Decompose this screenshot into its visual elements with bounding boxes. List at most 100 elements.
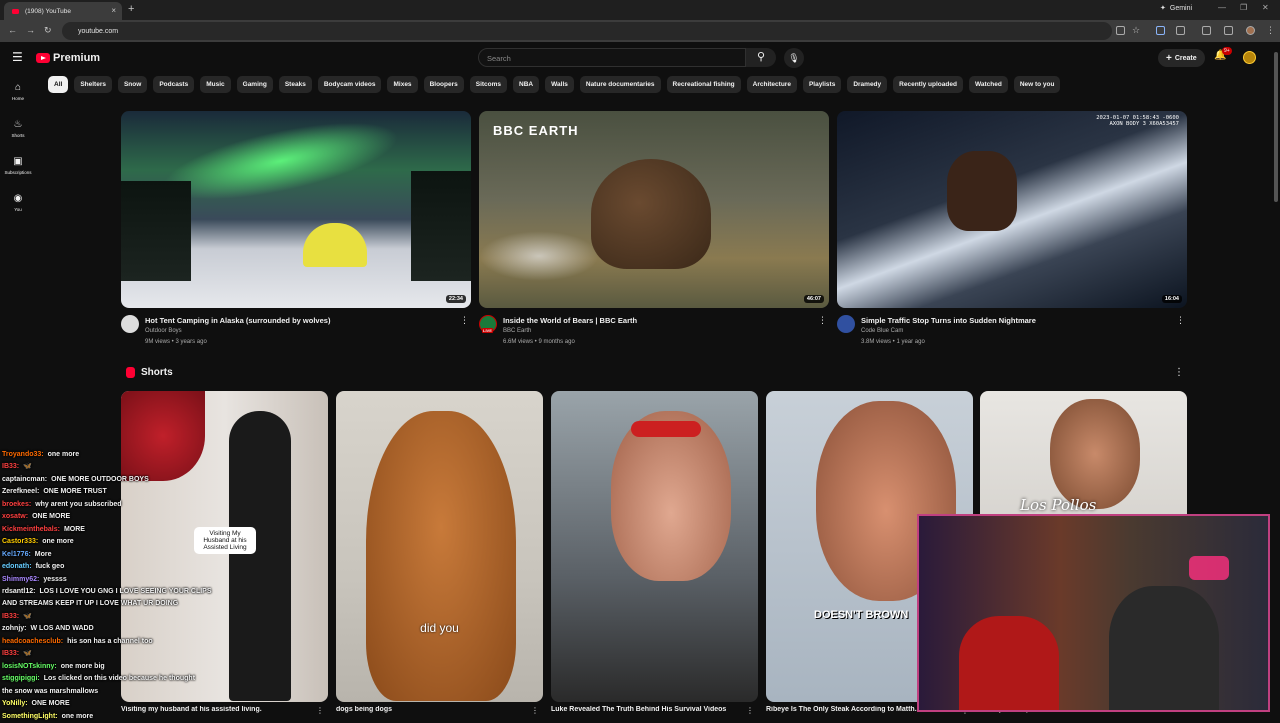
- man-shape: [1050, 399, 1140, 509]
- chip-dramedy[interactable]: Dramedy: [847, 76, 888, 93]
- more-actions-icon[interactable]: ⋮: [1176, 315, 1185, 326]
- short-more-icon[interactable]: ⋮: [316, 706, 324, 715]
- chat-user: SomethingLight:: [2, 712, 58, 720]
- more-actions-icon[interactable]: ⋮: [818, 315, 827, 326]
- chip-new-to-you[interactable]: New to you: [1013, 76, 1061, 93]
- short-title[interactable]: Luke Revealed The Truth Behind His Survi…: [551, 706, 741, 713]
- guide-item-you[interactable]: ◉ You: [0, 193, 36, 212]
- profile-avatar-icon[interactable]: [1246, 26, 1255, 35]
- chat-message: Shimmy62: yessss: [2, 574, 242, 586]
- chat-message: IB33: 🦋: [2, 611, 242, 623]
- window-close-icon[interactable]: ✕: [1262, 3, 1269, 12]
- search-input[interactable]: Search: [478, 48, 746, 67]
- chat-text: 🦋: [23, 463, 32, 471]
- chat-message: the snow was marshmallows: [2, 686, 242, 698]
- chat-user: IB33:: [2, 612, 20, 620]
- short-title[interactable]: dogs being dogs: [336, 706, 526, 713]
- chip-nba[interactable]: NBA: [513, 76, 540, 93]
- video-title[interactable]: Simple Traffic Stop Turns into Sudden Ni…: [861, 316, 1036, 325]
- chip-shelters[interactable]: Shelters: [74, 76, 112, 93]
- chip-playlists[interactable]: Playlists: [802, 76, 842, 93]
- scrollbar-thumb[interactable]: [1274, 52, 1278, 202]
- chip-architecture[interactable]: Architecture: [746, 76, 797, 93]
- channel-avatar[interactable]: [837, 315, 855, 333]
- chip-snow[interactable]: Snow: [117, 76, 148, 93]
- chat-message: rdsantl12: LOS I LOVE YOU GNG I LOVE SEEI…: [2, 586, 242, 598]
- channel-name[interactable]: Code Blue Cam: [861, 328, 903, 334]
- bookmark-star-icon[interactable]: ☆: [1132, 25, 1140, 36]
- more-actions-icon[interactable]: ⋮: [460, 315, 469, 326]
- downloads-icon[interactable]: [1224, 26, 1233, 35]
- chat-user: Kickmeinthebals:: [2, 525, 60, 533]
- channel-avatar[interactable]: [121, 315, 139, 333]
- video-meta: Hot Tent Camping in Alaska (surrounded b…: [121, 314, 471, 350]
- guide-label: Subscriptions: [4, 170, 32, 175]
- chip-mixes[interactable]: Mixes: [387, 76, 418, 93]
- short-more-icon[interactable]: ⋮: [531, 706, 539, 715]
- youtube-logo-icon: [36, 53, 50, 63]
- tab-title: (1908) YouTube: [25, 7, 72, 15]
- chat-user: losisNOTskinny:: [2, 662, 57, 670]
- chat-message: Castor333: one more: [2, 536, 242, 548]
- chip-bloopers[interactable]: Bloopers: [423, 76, 464, 93]
- chip-nature-documentaries[interactable]: Nature documentaries: [579, 76, 661, 93]
- shorts-more-icon[interactable]: ⋮: [1174, 367, 1184, 378]
- extension-icon[interactable]: [1156, 26, 1165, 35]
- youtube-premium-logo[interactable]: Premium: [36, 52, 100, 64]
- chat-text: one more big: [60, 662, 105, 670]
- guide-item-subscriptions[interactable]: ▣ Subscriptions: [0, 156, 36, 175]
- page-scrollbar[interactable]: [1272, 42, 1280, 720]
- chip-watched[interactable]: Watched: [968, 76, 1008, 93]
- search-button[interactable]: ⚲: [746, 48, 776, 67]
- video-thumbnail[interactable]: BBC EARTH 46:07: [479, 111, 829, 308]
- browser-tab[interactable]: (1908) YouTube ×: [4, 2, 122, 20]
- chip-sitcoms[interactable]: Sitcoms: [469, 76, 508, 93]
- chip-bodycam-videos[interactable]: Bodycam videos: [317, 76, 382, 93]
- chat-message: headcoachesclub: his son has a channel to…: [2, 636, 242, 648]
- chat-message: AND STREAMS KEEP IT UP I LOVE WHAT UR DO…: [2, 598, 242, 610]
- video-meta: LIVE Inside the World of Bears | BBC Ear…: [479, 314, 829, 350]
- chat-user: edonath:: [2, 563, 32, 571]
- chip-recently-uploaded[interactable]: Recently uploaded: [893, 76, 963, 93]
- install-app-icon[interactable]: [1116, 26, 1125, 35]
- side-panel-icon[interactable]: [1202, 26, 1211, 35]
- short-thumbnail[interactable]: [551, 391, 758, 702]
- tab-close-icon[interactable]: ×: [111, 6, 116, 15]
- new-tab-button[interactable]: +: [128, 3, 134, 15]
- chip-gaming[interactable]: Gaming: [236, 76, 273, 93]
- hamburger-menu-icon[interactable]: ☰: [12, 50, 23, 64]
- chip-all[interactable]: All: [48, 76, 69, 93]
- video-title[interactable]: Inside the World of Bears | BBC Earth: [503, 316, 637, 325]
- channel-name[interactable]: BBC Earth: [503, 328, 531, 334]
- chip-podcasts[interactable]: Podcasts: [153, 76, 195, 93]
- forward-arrow-icon[interactable]: →: [26, 25, 35, 35]
- video-title[interactable]: Hot Tent Camping in Alaska (surrounded b…: [145, 316, 330, 325]
- browser-menu-icon[interactable]: ⋮: [1266, 25, 1275, 36]
- chip-recreational-fishing[interactable]: Recreational fishing: [666, 76, 741, 93]
- chip-music[interactable]: Music: [200, 76, 231, 93]
- minimize-icon[interactable]: —: [1218, 3, 1226, 12]
- reload-icon[interactable]: ↻: [44, 25, 52, 36]
- gemini-label: Gemini: [1169, 4, 1193, 12]
- short-more-icon[interactable]: ⋮: [746, 706, 754, 715]
- maximize-icon[interactable]: ❐: [1240, 3, 1247, 12]
- gemini-button[interactable]: ✦ Gemini: [1160, 4, 1193, 13]
- extensions-puzzle-icon[interactable]: [1176, 26, 1185, 35]
- short-thumbnail[interactable]: did you: [336, 391, 543, 702]
- chip-steaks[interactable]: Steaks: [278, 76, 312, 93]
- chat-text: ONE MORE TRUST: [43, 488, 107, 496]
- guide-item-home[interactable]: ⌂ Home: [0, 82, 36, 101]
- headband-shape: [631, 421, 701, 437]
- url-field[interactable]: youtube.com: [62, 22, 1112, 40]
- account-avatar[interactable]: [1243, 51, 1256, 64]
- voice-search-button[interactable]: 🎙: [784, 48, 804, 68]
- guide-item-shorts[interactable]: ♨ Shorts: [0, 119, 36, 138]
- channel-name[interactable]: Outdoor Boys: [145, 328, 182, 334]
- chip-walls[interactable]: Walls: [545, 76, 574, 93]
- create-button[interactable]: + Create: [1158, 49, 1205, 67]
- short-caption: did you: [420, 621, 459, 635]
- video-thumbnail[interactable]: 2023-01-07 01:58:43 -0600 AXON BODY 3 X6…: [837, 111, 1187, 308]
- back-arrow-icon[interactable]: ←: [8, 25, 17, 35]
- video-thumbnail[interactable]: 22:34: [121, 111, 471, 308]
- bodycam-device-line: AXON BODY 3 X60A53457: [1109, 121, 1179, 127]
